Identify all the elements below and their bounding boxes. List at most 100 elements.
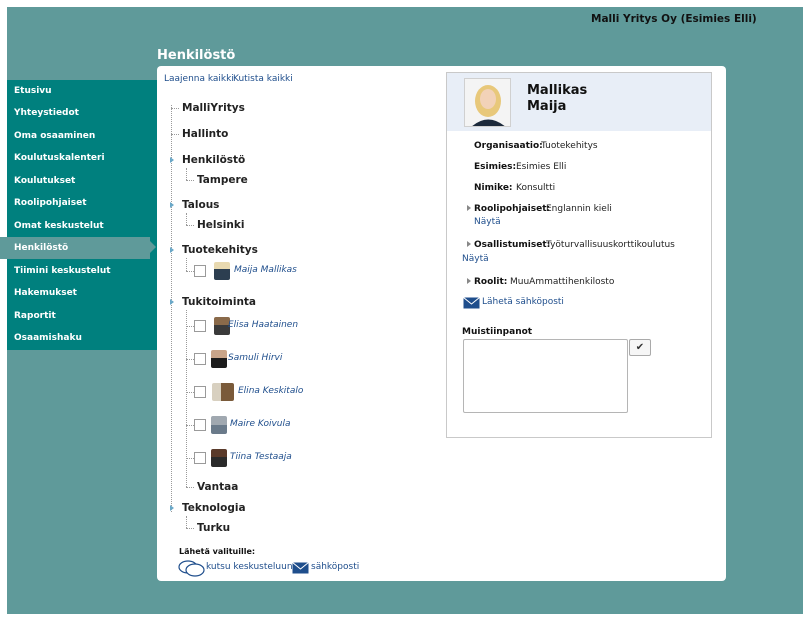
avatar <box>212 383 234 401</box>
person-link-maija[interactable]: Maija Mallikas <box>234 265 297 275</box>
sidebar-item-oma-osaaminen[interactable]: Oma osaaminen <box>0 125 150 147</box>
sidebar-item-tiimini-keskustelut[interactable]: Tiimini keskustelut <box>0 260 150 282</box>
tree-node-malliyritys[interactable]: MalliYritys <box>182 102 245 114</box>
sidebar-item-henkilosto[interactable]: Henkilöstö <box>0 237 150 259</box>
tree-line <box>186 359 194 360</box>
show-role-based-link[interactable]: Näytä <box>474 217 501 227</box>
sidebar-item-omat-keskustelut[interactable]: Omat keskustelut <box>0 215 150 237</box>
person-link-elisa[interactable]: Elisa Haatainen <box>228 320 298 330</box>
chat-bubbles-icon[interactable] <box>178 559 206 577</box>
expand-role-based-icon[interactable] <box>467 205 471 211</box>
tree-line <box>186 213 187 225</box>
tree-line <box>186 516 187 528</box>
tree-line <box>186 180 194 181</box>
company-user-label: Malli Yritys Oy (Esimies Elli) <box>591 13 757 25</box>
tree-node-teknologia[interactable]: Teknologia <box>182 502 246 514</box>
notes-label: Muistiinpanot <box>462 327 533 337</box>
sidebar-item-yhteystiedot[interactable]: Yhteystiedot <box>0 102 150 124</box>
person-checkbox[interactable] <box>194 265 206 277</box>
tree-line <box>186 168 187 180</box>
sidebar-item-hakemukset[interactable]: Hakemukset <box>0 282 150 304</box>
tree-line <box>171 105 172 512</box>
participations-label: Osallistumiset: <box>474 240 551 250</box>
tree-node-turku[interactable]: Turku <box>197 522 230 534</box>
person-first-name: Maija <box>527 99 567 114</box>
person-link-samuli[interactable]: Samuli Hirvi <box>228 353 282 363</box>
job-title-label: Nimike: <box>474 183 513 193</box>
supervisor-value: Esimies Elli <box>516 162 567 172</box>
tree-line <box>186 392 194 393</box>
expand-toggle-icon[interactable] <box>170 299 174 305</box>
email-selected-link[interactable]: sähköposti <box>311 562 359 572</box>
send-email-link[interactable]: Lähetä sähköposti <box>482 297 564 307</box>
sidebar-item-roolipohjaiset[interactable]: Roolipohjaiset <box>0 192 150 214</box>
page-title: Henkilöstö <box>157 48 236 63</box>
envelope-icon[interactable] <box>292 562 309 574</box>
avatar <box>211 350 227 368</box>
sidebar-item-raportit[interactable]: Raportit <box>0 305 150 327</box>
supervisor-label: Esimies: <box>474 162 517 172</box>
expand-roles-icon[interactable] <box>467 278 471 284</box>
person-name: Mallikas Maija <box>527 83 587 115</box>
envelope-icon[interactable] <box>463 297 480 309</box>
person-checkbox[interactable] <box>194 419 206 431</box>
tree-line <box>186 425 194 426</box>
sidebar-item-koulutuskalenteri[interactable]: Koulutuskalenteri <box>0 147 150 169</box>
tree-line <box>186 458 194 459</box>
save-note-button[interactable]: ✔ <box>629 339 651 356</box>
tree-node-helsinki[interactable]: Helsinki <box>197 219 244 231</box>
tree-node-henkilosto[interactable]: Henkilöstö <box>182 154 245 166</box>
participations-value: Työturvallisuuskorttikoulutus <box>546 240 675 250</box>
person-link-elina[interactable]: Elina Keskitalo <box>238 386 303 396</box>
person-checkbox[interactable] <box>194 386 206 398</box>
tree-line <box>186 310 187 487</box>
send-to-selected-label: Lähetä valituille: <box>179 547 256 556</box>
tree-node-vantaa[interactable]: Vantaa <box>197 481 238 493</box>
person-checkbox[interactable] <box>194 320 206 332</box>
tree-node-tukitoiminta[interactable]: Tukitoiminta <box>182 296 256 308</box>
sidebar-item-etusivu[interactable]: Etusivu <box>0 80 150 102</box>
person-checkbox[interactable] <box>194 353 206 365</box>
invite-to-discussion-link[interactable]: kutsu keskusteluun <box>206 562 293 572</box>
tree-line <box>186 326 194 327</box>
person-detail-header: Mallikas Maija <box>447 73 711 131</box>
organization-label: Organisaatio: <box>474 141 543 151</box>
sidebar-item-koulutukset[interactable]: Koulutukset <box>0 170 150 192</box>
person-link-tiina[interactable]: Tiina Testaaja <box>230 452 292 462</box>
tree-line <box>186 258 187 271</box>
tree-line <box>186 271 194 272</box>
expand-all-link[interactable]: Laajenna kaikki <box>164 74 234 84</box>
collapse-all-link[interactable]: Kutista kaikki <box>233 74 293 84</box>
expand-participations-icon[interactable] <box>467 241 471 247</box>
role-based-value: Englannin kieli <box>546 204 612 214</box>
tree-node-tuotekehitys[interactable]: Tuotekehitys <box>182 244 258 256</box>
notes-textarea[interactable] <box>463 339 628 413</box>
avatar <box>211 416 227 434</box>
job-title-value: Konsultti <box>516 183 556 193</box>
person-link-maire[interactable]: Maire Koivula <box>230 419 291 429</box>
tree-node-tampere[interactable]: Tampere <box>197 174 248 186</box>
expand-toggle-icon[interactable] <box>170 202 174 208</box>
person-photo <box>464 78 511 127</box>
tree-node-talous[interactable]: Talous <box>182 199 219 211</box>
role-based-label: Roolipohjaiset: <box>474 204 551 214</box>
person-last-name: Mallikas <box>527 83 588 98</box>
tree-line <box>186 225 194 226</box>
checkmark-icon: ✔ <box>635 342 645 353</box>
roles-value: MuuAmmattihenkilosto <box>510 277 615 287</box>
tree-line <box>186 487 194 488</box>
expand-toggle-icon[interactable] <box>170 157 174 163</box>
expand-toggle-icon[interactable] <box>170 505 174 511</box>
organization-value: Tuotekehitys <box>541 141 598 151</box>
expand-toggle-icon[interactable] <box>170 247 174 253</box>
tree-line <box>186 528 194 529</box>
active-item-pointer <box>148 239 156 255</box>
tree-node-hallinto[interactable]: Hallinto <box>182 128 228 140</box>
tree-line <box>171 108 179 109</box>
roles-label: Roolit: <box>474 277 508 287</box>
person-checkbox[interactable] <box>194 452 206 464</box>
show-participations-link[interactable]: Näytä <box>462 254 489 264</box>
sidebar-item-osaamishaku[interactable]: Osaamishaku <box>0 327 150 349</box>
avatar <box>211 449 227 467</box>
avatar <box>214 262 230 280</box>
